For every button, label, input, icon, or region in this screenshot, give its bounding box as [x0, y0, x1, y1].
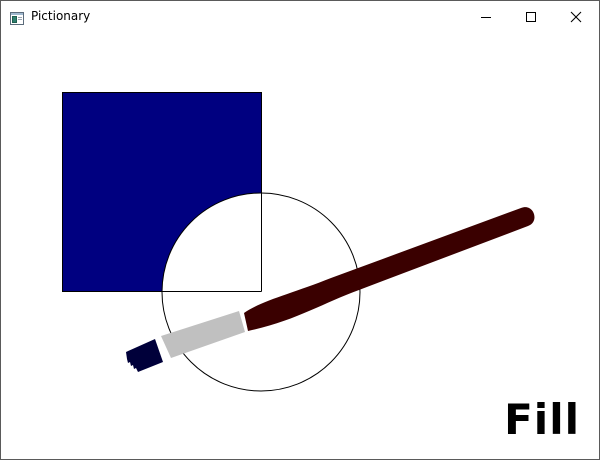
- title-bar[interactable]: Pictionary: [1, 1, 599, 32]
- app-window-icon: [10, 10, 24, 25]
- close-button[interactable]: [553, 1, 599, 32]
- close-icon: [570, 11, 582, 22]
- maximize-icon: [526, 11, 536, 22]
- tool-mode-label: Fill: [504, 395, 580, 444]
- minimize-button[interactable]: [463, 1, 509, 32]
- maximize-button[interactable]: [508, 1, 554, 32]
- app-window: Pictionary Fill: [0, 0, 600, 460]
- paintbrush-bristles: [126, 339, 163, 372]
- window-title: Pictionary: [31, 9, 91, 23]
- drawing-canvas[interactable]: Fill: [1, 32, 599, 459]
- minimize-icon: [481, 16, 491, 18]
